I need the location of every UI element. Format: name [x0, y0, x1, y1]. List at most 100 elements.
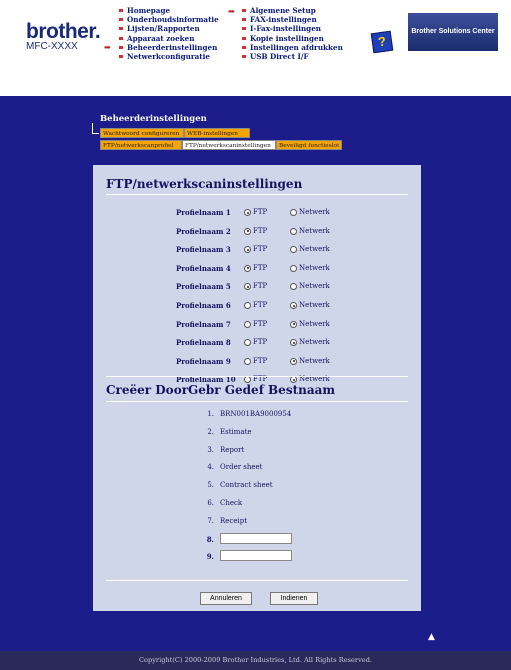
ftp-section-title: FTP/netwerkscaninstellingen: [106, 177, 303, 191]
bullet-icon: [119, 36, 123, 40]
ftp-radio-label: FTP: [253, 245, 268, 254]
nav-find-device[interactable]: Apparaat zoeken: [117, 34, 219, 43]
network-radio[interactable]: [290, 320, 297, 328]
profile-row: Profielnaam 2 FTP Netwerk: [106, 227, 408, 241]
bullet-icon: [242, 9, 246, 12]
network-radio-label: Netwerk: [299, 282, 330, 291]
network-radio[interactable]: [290, 357, 297, 365]
nav-arrow-icon: ➡: [228, 6, 235, 16]
profile-name-label: Profielnaam 6: [176, 301, 231, 310]
profile-name-label: Profielnaam 4: [176, 263, 231, 273]
tab-secure-lock[interactable]: Beveiligd functieslot: [276, 140, 342, 150]
network-radio[interactable]: [290, 227, 297, 235]
bullet-icon: [119, 27, 123, 31]
submit-button[interactable]: Indienen: [270, 592, 318, 605]
tab-ftp-settings[interactable]: FTP/netwerkscaninstellingen: [182, 140, 276, 150]
nav-admin-settings[interactable]: Beheerderinstellingen: [117, 43, 219, 52]
network-radio[interactable]: [290, 209, 297, 216]
tab-password[interactable]: Wachtwoord configureren: [100, 128, 184, 138]
nav-ifax-settings[interactable]: I-Fax-instellingen: [240, 24, 343, 33]
network-radio[interactable]: [290, 283, 297, 291]
network-radio[interactable]: [290, 302, 297, 309]
filename-number: 2.: [207, 427, 214, 436]
bullet-icon: [242, 18, 246, 22]
divider: [106, 194, 408, 195]
ftp-radio-label: FTP: [253, 208, 268, 216]
model-name: MFC-XXXX: [26, 41, 78, 52]
ftp-radio[interactable]: [244, 246, 251, 254]
divider: [106, 376, 408, 377]
network-radio[interactable]: [290, 246, 297, 254]
nav-copy-settings[interactable]: Kopie instellingen: [240, 34, 343, 43]
ftp-radio[interactable]: [244, 209, 251, 216]
bullet-icon: [242, 45, 246, 49]
network-radio-label: Netwerk: [299, 263, 330, 272]
ftp-radio-label: FTP: [253, 301, 268, 309]
ftp-radio-label: FTP: [253, 338, 268, 347]
filename-value: Order sheet: [220, 463, 263, 472]
ftp-radio[interactable]: [244, 320, 251, 328]
nav-maintenance[interactable]: Onderhoudsinformatie: [117, 15, 219, 24]
ftp-radio[interactable]: [244, 283, 251, 291]
ftp-radio[interactable]: [244, 264, 251, 272]
bullet-icon: [242, 36, 246, 40]
help-icon[interactable]: ?: [370, 30, 394, 54]
filename-input[interactable]: [220, 532, 292, 544]
filename-value: Receipt: [220, 516, 248, 525]
nav-general-setup[interactable]: Algemene Setup: [240, 6, 343, 15]
ftp-radio-label: FTP: [253, 282, 268, 291]
divider: [106, 580, 408, 581]
ftp-radio-label: FTP: [253, 319, 268, 328]
bullet-icon: [242, 27, 246, 31]
bullet-icon: [242, 55, 246, 59]
nav-homepage[interactable]: Homepage: [117, 6, 219, 15]
ftp-radio[interactable]: [244, 302, 251, 309]
tab-ftp-profile[interactable]: FTP/netwerkscanprofiel: [100, 140, 182, 150]
bullet-icon: [119, 45, 123, 49]
bullet-icon: [119, 55, 123, 59]
filename-number: 8.: [206, 534, 214, 544]
network-radio[interactable]: [290, 264, 297, 272]
network-radio-label: Netwerk: [299, 226, 330, 235]
header: brother. MFC-XXXX Homepage Onderhoudsinf…: [0, 0, 511, 96]
nav-fax-settings[interactable]: FAX-instellingen: [240, 15, 343, 24]
network-radio-label: Netwerk: [299, 245, 330, 254]
filename-number: 6.: [207, 499, 214, 507]
profile-row: Profielnaam 3 FTP Netwerk: [106, 245, 408, 259]
filename-input[interactable]: [220, 550, 292, 562]
copyright: Copyright(C) 2000-2009 Brother Industrie…: [0, 651, 511, 670]
network-radio-label: Netwerk: [299, 356, 330, 365]
nav-reports[interactable]: Lijsten/Rapporten: [117, 24, 219, 33]
profile-name-label: Profielnaam 2: [176, 226, 231, 236]
solutions-center-button[interactable]: Brother Solutions Center: [408, 13, 498, 51]
profile-row: Profielnaam 1 FTP Netwerk: [106, 208, 408, 222]
profile-row: Profielnaam 9 FTP Netwerk: [106, 357, 408, 371]
network-radio-label: Netwerk: [299, 208, 330, 216]
filename-number: 4.: [207, 463, 214, 472]
profile-row: Profielnaam 7 FTP Netwerk: [106, 320, 408, 334]
page-title: Beheerderinstellingen: [100, 114, 207, 124]
filename-value: Report: [220, 445, 245, 454]
ftp-radio[interactable]: [244, 339, 251, 347]
profile-row: Profielnaam 6 FTP Netwerk: [106, 301, 408, 315]
filename-number: 3.: [207, 445, 214, 454]
nav-print-settings[interactable]: Instellingen afdrukken: [240, 43, 343, 52]
nav-network-config[interactable]: Netwerkconfiguratie: [117, 52, 219, 61]
filename-value: Estimate: [220, 427, 252, 436]
cancel-button[interactable]: Annuleren: [200, 592, 252, 605]
ftp-radio[interactable]: [244, 227, 251, 235]
ftp-radio-label: FTP: [253, 226, 268, 235]
network-radio-label: Netwerk: [299, 338, 330, 347]
ftp-radio[interactable]: [244, 357, 251, 365]
tab-web-settings[interactable]: WEB-instellingen: [184, 128, 250, 138]
scroll-top-icon[interactable]: ▲: [428, 632, 435, 642]
network-radio-label: Netwerk: [299, 301, 330, 309]
filename-number: 7.: [207, 516, 214, 525]
network-radio-label: Netwerk: [299, 319, 330, 328]
bullet-icon: [119, 18, 123, 22]
filename-section-title: Creëer DoorGebr Gedef Bestnaam: [106, 383, 336, 397]
nav-usb-direct[interactable]: USB Direct I/F: [240, 52, 343, 61]
nav-left: Homepage Onderhoudsinformatie Lijsten/Ra…: [117, 6, 219, 61]
network-radio[interactable]: [290, 339, 297, 347]
settings-content: FTP/netwerkscaninstellingen Profielnaam …: [106, 173, 408, 606]
